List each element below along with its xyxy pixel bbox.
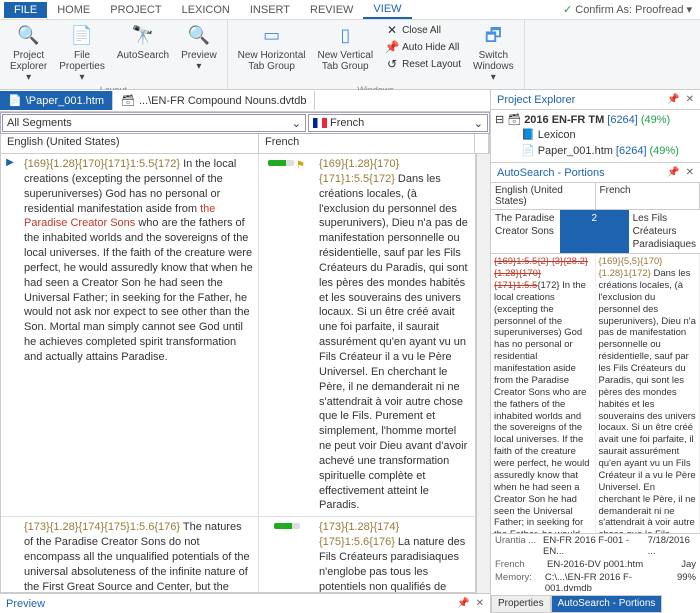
language-select[interactable]: French⌄ xyxy=(308,114,488,132)
html-icon: 📄 xyxy=(521,144,535,159)
segment-row[interactable]: ▶ {169}{1.28}{170}{171}1:5.5{172} In the… xyxy=(1,154,475,517)
tab-lexicon[interactable]: LEXICON xyxy=(172,2,240,18)
vertical-scrollbar[interactable] xyxy=(476,154,490,593)
target-cell[interactable]: {169}{1.28}{170}{171}1:5.5{172} Dans les… xyxy=(314,154,475,516)
tab-insert[interactable]: INSERT xyxy=(240,2,300,18)
window-v-icon: ▯ xyxy=(333,24,357,48)
autosearch-status: Urantia ...EN-FR 2016 F-001 - EN...7/18/… xyxy=(491,533,700,595)
tab-properties[interactable]: Properties xyxy=(491,595,551,613)
col-source: English (United States) xyxy=(1,134,259,153)
reset-layout-button[interactable]: ↺Reset Layout xyxy=(381,56,465,72)
reset-icon: ↺ xyxy=(385,57,399,71)
autosearch-button[interactable]: 🔭AutoSearch xyxy=(113,22,173,63)
db-icon: 🗃 xyxy=(507,113,521,128)
source-cell[interactable]: {173}{1.28}{174}{175}1:5.6{176} The natu… xyxy=(19,517,259,593)
tab-autosearch-portions[interactable]: AutoSearch - Portions xyxy=(551,595,663,613)
lexicon-icon: 📘 xyxy=(521,128,535,143)
progress-bar-icon xyxy=(268,160,294,166)
html-icon: 📄 xyxy=(8,94,22,107)
confirm-as-label[interactable]: ✓ Confirm As: Proofread ▾ xyxy=(563,3,692,16)
autosearch-title: AutoSearch - Portions📌✕ xyxy=(491,163,700,183)
match-score: 2 xyxy=(560,210,629,253)
tab-project[interactable]: PROJECT xyxy=(100,2,171,18)
doc-tab-active[interactable]: 📄\Paper_001.htm xyxy=(0,91,113,110)
magnifier-icon: 🔍 xyxy=(17,24,41,48)
status-cell xyxy=(259,517,314,593)
new-horizontal-tabgroup-button[interactable]: ▭New Horizontal Tab Group xyxy=(234,22,310,74)
chevron-down-icon: ⌄ xyxy=(292,117,301,130)
switch-windows-button[interactable]: 🗗Switch Windows▾ xyxy=(469,22,518,85)
tree-node-file[interactable]: 📄Paper_001.htm [6264] (49%) xyxy=(521,144,696,159)
tab-view[interactable]: VIEW xyxy=(363,1,411,19)
progress-bar-icon xyxy=(274,523,300,529)
collapse-icon[interactable]: ⊟ xyxy=(495,113,504,128)
magnifier-icon: 🔍 xyxy=(187,24,211,48)
ribbon-tab-bar: FILE HOME PROJECT LEXICON INSERT REVIEW … xyxy=(0,0,700,20)
autosearch-match-row[interactable]: The Paradise Creator Sons 2 Les Fils Cré… xyxy=(491,210,700,254)
windows-icon: 🗗 xyxy=(481,24,505,48)
pin-icon[interactable]: 📌 xyxy=(667,94,679,105)
close-icon: ✕ xyxy=(385,23,399,37)
source-cell[interactable]: {169}{1.28}{170}{171}1:5.5{172} In the l… xyxy=(19,154,259,516)
translation-grid[interactable]: ▶ {169}{1.28}{170}{171}1:5.5{172} In the… xyxy=(0,154,476,593)
match-target: Les Fils Créateurs Paradisiaques xyxy=(629,210,700,253)
document-icon: 📄 xyxy=(70,24,94,48)
french-flag-icon xyxy=(313,118,327,128)
tab-file[interactable]: FILE xyxy=(4,2,47,18)
tab-review[interactable]: REVIEW xyxy=(300,2,363,18)
doc-tab-inactive[interactable]: 🗃...\EN-FR Compound Nouns.dvtdb xyxy=(113,91,316,110)
status-cell: ⚑ xyxy=(259,154,314,516)
target-cell[interactable]: {173}{1.28}{174}{175}1:5.6{176} La natur… xyxy=(314,517,475,593)
segment-filter-select[interactable]: All Segments⌄ xyxy=(2,114,306,132)
autosearch-header: English (United States)French xyxy=(491,183,700,210)
project-explorer-button[interactable]: 🔍Project Explorer▾ xyxy=(6,22,51,85)
document-tabs: 📄\Paper_001.htm 🗃...\EN-FR Compound Noun… xyxy=(0,90,490,112)
close-icon[interactable]: ✕ xyxy=(686,167,694,178)
tree-node-lexicon[interactable]: 📘Lexicon xyxy=(521,128,696,143)
preview-pane-title[interactable]: Preview📌✕ xyxy=(0,593,490,613)
tab-home[interactable]: HOME xyxy=(47,2,100,18)
file-properties-button[interactable]: 📄File Properties▾ xyxy=(55,22,109,85)
close-icon[interactable]: ✕ xyxy=(476,598,484,609)
match-source: The Paradise Creator Sons xyxy=(491,210,560,253)
pin-icon: 📌 xyxy=(385,40,399,54)
auto-hide-all-button[interactable]: 📌Auto Hide All xyxy=(381,39,465,55)
row-marker: ▶ xyxy=(1,154,19,516)
window-h-icon: ▭ xyxy=(260,24,284,48)
project-tree[interactable]: ⊟🗃2016 EN-FR TM [6264] (49%) 📘Lexicon 📄P… xyxy=(491,110,700,163)
ribbon: 🔍Project Explorer▾ 📄File Properties▾ 🔭Au… xyxy=(0,20,700,90)
bottom-tabs: Properties AutoSearch - Portions xyxy=(491,595,700,613)
grid-header: English (United States) French xyxy=(0,134,490,154)
autosearch-context: {169}1:5.5{2} {3}{28.2}{1.28}{170}{171}1… xyxy=(491,254,700,533)
chevron-down-icon: ▾ xyxy=(686,3,692,16)
check-icon: ✓ xyxy=(563,3,572,16)
tree-root[interactable]: ⊟🗃2016 EN-FR TM [6264] (49%) xyxy=(495,113,696,128)
new-vertical-tabgroup-button[interactable]: ▯New Vertical Tab Group xyxy=(313,22,377,74)
segment-row[interactable]: {173}{1.28}{174}{175}1:5.6{176} The natu… xyxy=(1,517,475,593)
col-target: French xyxy=(259,134,475,153)
project-explorer-title: Project Explorer📌✕ xyxy=(491,90,700,110)
flag-icon: ⚑ xyxy=(296,160,305,171)
chevron-down-icon: ⌄ xyxy=(474,117,483,130)
db-icon: 🗃 xyxy=(121,94,135,107)
pin-icon[interactable]: 📌 xyxy=(457,598,469,609)
close-all-button[interactable]: ✕Close All xyxy=(381,22,465,38)
pin-icon[interactable]: 📌 xyxy=(667,167,679,178)
close-icon[interactable]: ✕ xyxy=(686,94,694,105)
preview-button[interactable]: 🔍Preview▾ xyxy=(177,22,221,74)
binoculars-icon: 🔭 xyxy=(131,24,155,48)
